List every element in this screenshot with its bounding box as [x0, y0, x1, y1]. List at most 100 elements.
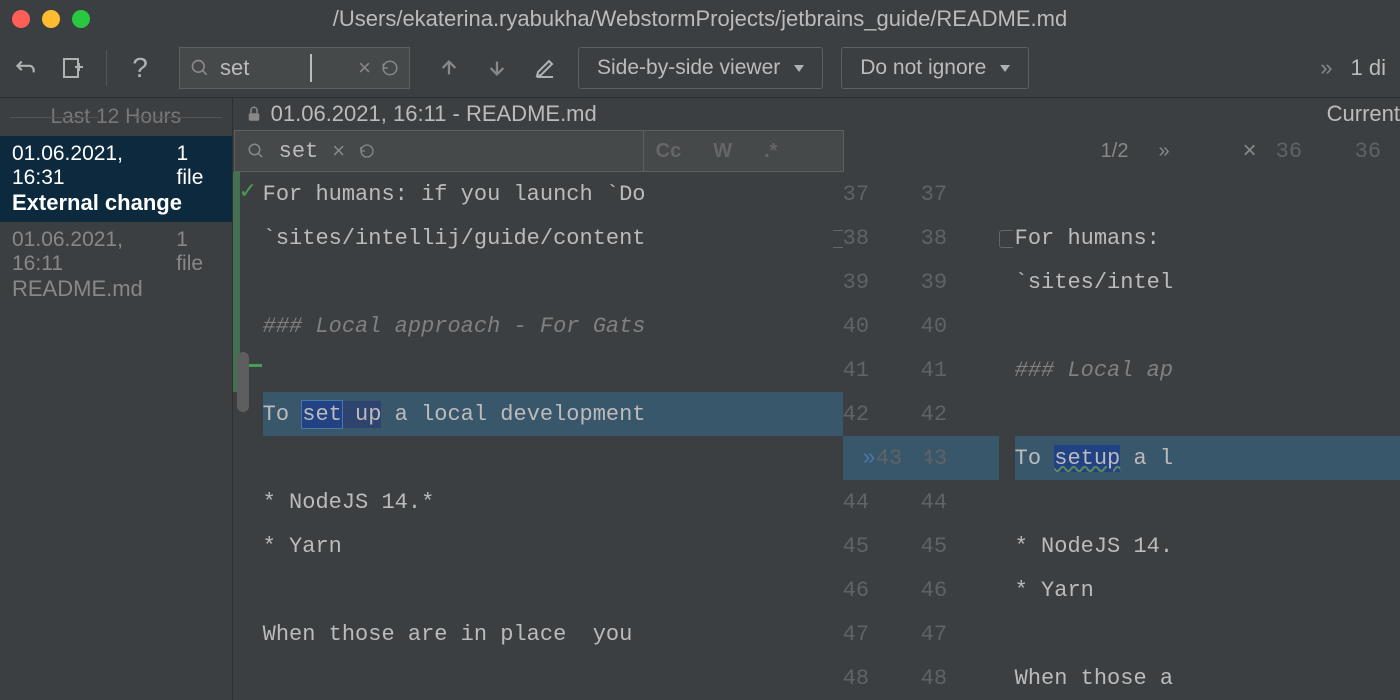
divider: [106, 50, 107, 86]
right-pane-title: Current: [1317, 101, 1400, 127]
line-number: 45: [843, 524, 925, 568]
next-diff-button[interactable]: [482, 53, 512, 83]
left-gutter: 373839404142» 434445464748: [843, 172, 921, 700]
traffic-lights: [12, 10, 90, 28]
main-toolbar: ? × Side-by-side viewer Do not ignore » …: [0, 38, 1400, 98]
line-number: 48: [921, 656, 999, 700]
line-number: 39: [843, 260, 925, 304]
regex-toggle[interactable]: .*: [764, 140, 777, 163]
entry-title: README.md: [12, 276, 220, 302]
code-line[interactable]: * NodeJS 14.*: [263, 480, 843, 524]
maximize-window-icon[interactable]: [72, 10, 90, 28]
close-window-icon[interactable]: [12, 10, 30, 28]
merge-arrow-icon[interactable]: »: [863, 446, 876, 471]
history-entry[interactable]: 01.06.2021, 16:311 fileExternal change: [0, 136, 232, 222]
viewer-mode-dropdown[interactable]: Side-by-side viewer: [578, 47, 823, 89]
line-number: 44: [843, 480, 925, 524]
fold-marker-icon[interactable]: [999, 230, 1013, 248]
code-line[interactable]: [263, 260, 843, 304]
gutter-line: 36: [1355, 130, 1400, 172]
history-search-input[interactable]: ×: [179, 47, 410, 89]
line-number: 41: [921, 348, 999, 392]
history-entry[interactable]: 01.06.2021, 16:111 fileREADME.md: [0, 222, 232, 308]
code-line[interactable]: * NodeJS 14.: [1015, 524, 1400, 568]
search-icon: [190, 58, 210, 78]
right-editor-pane[interactable]: For humans: `sites/intel ### Local ap To s…: [1003, 172, 1400, 700]
line-number: 48: [843, 656, 925, 700]
code-line[interactable]: For humans:: [1015, 216, 1400, 260]
code-line[interactable]: * Yarn: [263, 524, 843, 568]
code-line[interactable]: [1015, 480, 1400, 524]
diff-settings-button[interactable]: [58, 53, 88, 83]
line-number: 44: [921, 480, 999, 524]
history-sidebar: Last 12 Hours 01.06.2021, 16:311 fileExt…: [0, 98, 233, 700]
line-number: 43: [921, 436, 999, 480]
left-editor-pane[interactable]: ✓ For humans: if you launch `Do`sites/in…: [233, 172, 843, 700]
gutter-line: 36: [1276, 130, 1358, 172]
lock-icon: [245, 104, 263, 124]
close-find-icon[interactable]: ×: [1243, 137, 1257, 165]
code-line[interactable]: `sites/intellij/guide/content: [263, 216, 843, 260]
line-number: 38: [843, 216, 925, 260]
more-actions-chevron[interactable]: »: [1320, 55, 1332, 81]
back-button[interactable]: [10, 53, 40, 83]
line-number: 47: [843, 612, 925, 656]
search-icon: [247, 142, 265, 160]
clear-find-icon[interactable]: ×: [332, 138, 345, 164]
code-line[interactable]: [263, 436, 843, 480]
caret: [310, 54, 312, 82]
code-line[interactable]: To set up a local development: [263, 392, 843, 436]
entry-timestamp: 01.06.2021, 16:11: [12, 228, 176, 276]
code-line[interactable]: ### Local approach - For Gats: [263, 304, 843, 348]
line-number: 41: [843, 348, 925, 392]
minimize-window-icon[interactable]: [42, 10, 60, 28]
line-number: » 43: [843, 436, 925, 480]
find-value: set: [279, 139, 319, 164]
line-number: 39: [921, 260, 999, 304]
line-number: 37: [843, 172, 925, 216]
find-history-icon[interactable]: [359, 143, 375, 159]
code-line[interactable]: [263, 348, 843, 392]
chevron-down-icon: [1000, 65, 1010, 72]
line-number: 37: [921, 172, 999, 216]
clear-search-icon[interactable]: ×: [358, 55, 371, 81]
whole-word-toggle[interactable]: W: [713, 140, 732, 163]
line-number: 47: [921, 612, 999, 656]
code-line[interactable]: When those a: [1015, 656, 1400, 700]
code-line[interactable]: When those are in place you: [263, 612, 843, 656]
search-history-icon[interactable]: [381, 59, 399, 77]
line-number: 42: [843, 392, 925, 436]
code-line[interactable]: [1015, 172, 1400, 216]
ignore-mode-label: Do not ignore: [860, 56, 986, 80]
code-line[interactable]: [1015, 612, 1400, 656]
code-line[interactable]: For humans: if you launch `Do: [263, 172, 843, 216]
help-button[interactable]: ?: [125, 53, 155, 83]
code-line[interactable]: `sites/intel: [1015, 260, 1400, 304]
code-line[interactable]: ### Local ap: [1015, 348, 1400, 392]
line-number: 46: [843, 568, 925, 612]
chevron-down-icon: [794, 65, 804, 72]
find-result-count: 1/2: [1101, 140, 1129, 163]
line-number: 38: [921, 216, 999, 260]
history-section-label: Last 12 Hours: [0, 98, 232, 136]
entry-filecount: 1 file: [176, 228, 219, 276]
code-line[interactable]: [1015, 392, 1400, 436]
find-more-icon[interactable]: »: [1158, 140, 1169, 163]
find-options: Cc W .*: [644, 130, 844, 172]
edit-source-button[interactable]: [530, 53, 560, 83]
entry-timestamp: 01.06.2021, 16:31: [12, 142, 177, 190]
code-line[interactable]: [263, 568, 843, 612]
line-number: 46: [921, 568, 999, 612]
diff-count-label: 1 di: [1351, 55, 1386, 81]
code-line[interactable]: * Yarn: [1015, 568, 1400, 612]
entry-title: External change: [12, 190, 220, 216]
line-number: 40: [921, 304, 999, 348]
ignore-mode-dropdown[interactable]: Do not ignore: [841, 47, 1029, 89]
left-pane-title: 01.06.2021, 16:11 - README.md: [271, 101, 597, 127]
code-line[interactable]: To setup a l: [1015, 436, 1400, 480]
history-search-field[interactable]: [220, 55, 300, 81]
code-line[interactable]: [1015, 304, 1400, 348]
find-in-file[interactable]: set ×: [234, 130, 644, 172]
prev-diff-button[interactable]: [434, 53, 464, 83]
match-case-toggle[interactable]: Cc: [656, 140, 682, 163]
